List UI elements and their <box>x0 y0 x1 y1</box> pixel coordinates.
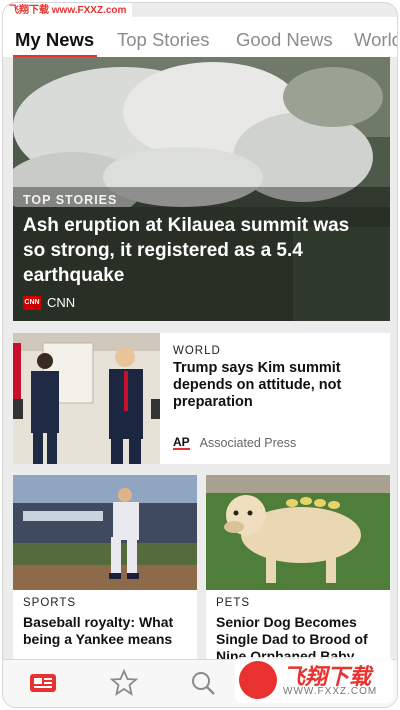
dog-ducklings-photo <box>206 475 390 590</box>
story-card-pets[interactable]: PETS Senior Dog Becomes Single Dad to Br… <box>206 475 390 665</box>
watermark-bottom: 飞翔下载 WWW.FXXZ.COM <box>235 657 393 703</box>
yankee-player-photo <box>13 475 197 590</box>
hero-text-block: TOP STORIES Ash eruption at Kilauea summ… <box>23 193 353 288</box>
tab-top-stories[interactable]: Top Stories <box>117 27 210 53</box>
story4-kicker: PETS <box>216 597 251 609</box>
watermark-url: WWW.FXXZ.COM <box>283 686 378 697</box>
story2-source: AP Associated Press <box>173 436 296 450</box>
hero-story-card[interactable]: TOP STORIES Ash eruption at Kilauea summ… <box>13 57 390 321</box>
tab-good-news[interactable]: Good News <box>236 27 333 53</box>
watermark-top: 飞翔下载 www.FXXZ.com <box>3 3 133 19</box>
trump-abe-photo <box>13 333 160 464</box>
story2-headline[interactable]: Trump says Kim summit depends on attitud… <box>173 360 378 411</box>
tab-world[interactable]: World <box>354 27 397 53</box>
search-icon[interactable] <box>188 668 218 698</box>
hero-source: CNN CNN <box>23 295 75 310</box>
story2-kicker: WORLD <box>173 345 221 357</box>
ap-logo: AP <box>173 435 190 450</box>
phone-frame: 飞翔下载 www.FXXZ.com My News Top Stories Go… <box>2 2 398 708</box>
hero-source-name: CNN <box>47 295 76 310</box>
story3-headline[interactable]: Baseball royalty: What being a Yankee me… <box>23 614 191 648</box>
star-icon[interactable] <box>109 668 139 698</box>
hero-headline[interactable]: Ash eruption at Kilauea summit was so st… <box>23 213 353 288</box>
story-card-world[interactable]: WORLD Trump says Kim summit depends on a… <box>13 333 390 464</box>
top-tab-bar: My News Top Stories Good News World <box>3 17 397 57</box>
watermark-logo <box>239 661 277 699</box>
story2-source-name: Associated Press <box>199 436 297 450</box>
tab-my-news[interactable]: My News <box>15 27 94 53</box>
story3-kicker: SPORTS <box>23 597 77 609</box>
news-icon[interactable] <box>28 668 58 698</box>
story-card-sports[interactable]: SPORTS Baseball royalty: What being a Ya… <box>13 475 197 665</box>
hero-kicker: TOP STORIES <box>23 193 118 207</box>
cnn-logo: CNN <box>23 295 41 310</box>
